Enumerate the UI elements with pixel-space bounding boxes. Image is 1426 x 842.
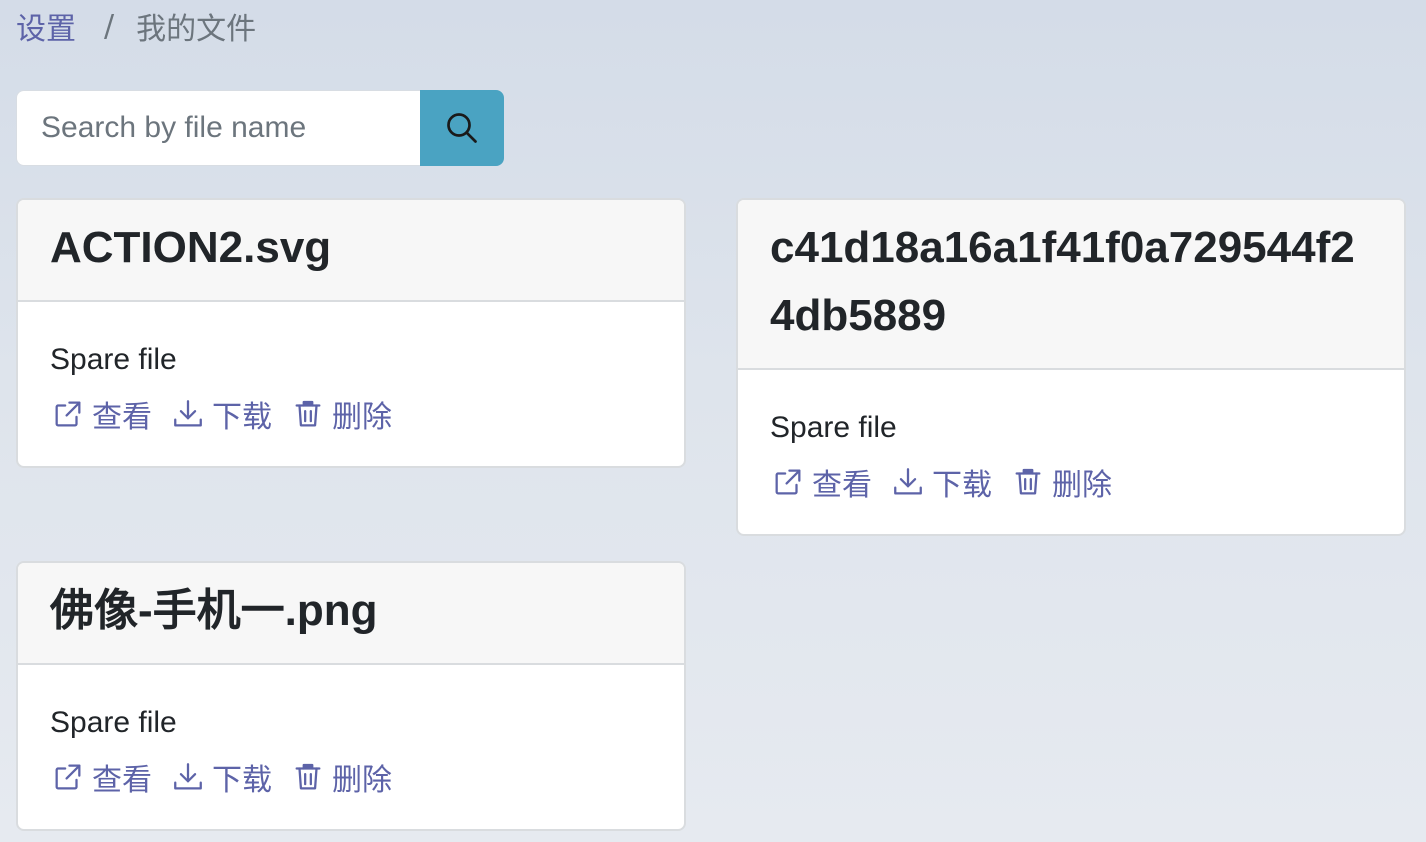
- download-label: 下载: [212, 763, 272, 798]
- download-icon: [170, 396, 206, 432]
- search-button[interactable]: [420, 90, 504, 166]
- file-actions: 查看 下载 删除: [50, 755, 652, 799]
- breadcrumb-current: 我的文件: [136, 12, 257, 47]
- delete-label: 删除: [332, 763, 392, 798]
- view-label: 查看: [92, 763, 152, 798]
- view-button[interactable]: 查看: [50, 392, 152, 436]
- file-card-body: Spare file 查看 下载 删除: [18, 302, 684, 466]
- delete-button[interactable]: 删除: [1010, 460, 1112, 504]
- file-type-label: Spare file: [50, 706, 177, 739]
- breadcrumb-settings-link[interactable]: 设置: [16, 4, 76, 48]
- download-icon: [890, 464, 926, 500]
- download-icon: [170, 759, 206, 795]
- view-button[interactable]: 查看: [50, 755, 152, 799]
- file-type-label: Spare file: [770, 411, 897, 444]
- file-card-header: 佛像-手机一.png: [18, 563, 684, 665]
- file-card-body: Spare file 查看 下载 删除: [738, 370, 1404, 534]
- file-name: c41d18a16a1f41f0a729544f24db5889: [770, 223, 1355, 340]
- download-button[interactable]: 下载: [890, 460, 992, 504]
- file-actions: 查看 下载 删除: [50, 392, 652, 436]
- file-card-header: c41d18a16a1f41f0a729544f24db5889: [738, 200, 1404, 370]
- trash-icon: [1010, 464, 1046, 500]
- search-icon: [447, 113, 477, 143]
- file-type-label: Spare file: [50, 343, 177, 376]
- search-bar: [16, 90, 504, 166]
- file-card-header: ACTION2.svg: [18, 200, 684, 302]
- breadcrumb-separator: /: [104, 8, 115, 44]
- download-label: 下载: [212, 400, 272, 435]
- file-card-body: Spare file 查看 下载 删除: [18, 665, 684, 829]
- external-link-icon: [770, 464, 806, 500]
- download-button[interactable]: 下载: [170, 392, 272, 436]
- file-card: ACTION2.svg Spare file 查看 下载 删除: [16, 198, 686, 468]
- trash-icon: [290, 396, 326, 432]
- delete-label: 删除: [332, 400, 392, 435]
- download-button[interactable]: 下载: [170, 755, 272, 799]
- view-label: 查看: [92, 400, 152, 435]
- file-name: 佛像-手机一.png: [50, 586, 378, 635]
- delete-button[interactable]: 删除: [290, 755, 392, 799]
- file-card: c41d18a16a1f41f0a729544f24db5889 Spare f…: [736, 198, 1406, 536]
- breadcrumb: 设置 / 我的文件: [16, 4, 256, 48]
- external-link-icon: [50, 396, 86, 432]
- file-actions: 查看 下载 删除: [770, 460, 1372, 504]
- view-button[interactable]: 查看: [770, 460, 872, 504]
- trash-icon: [290, 759, 326, 795]
- file-name: ACTION2.svg: [50, 223, 332, 272]
- file-card: 佛像-手机一.png Spare file 查看 下载 删除: [16, 561, 686, 831]
- download-label: 下载: [932, 468, 992, 503]
- delete-button[interactable]: 删除: [290, 392, 392, 436]
- external-link-icon: [50, 759, 86, 795]
- view-label: 查看: [812, 468, 872, 503]
- search-input[interactable]: [16, 90, 420, 166]
- delete-label: 删除: [1052, 468, 1112, 503]
